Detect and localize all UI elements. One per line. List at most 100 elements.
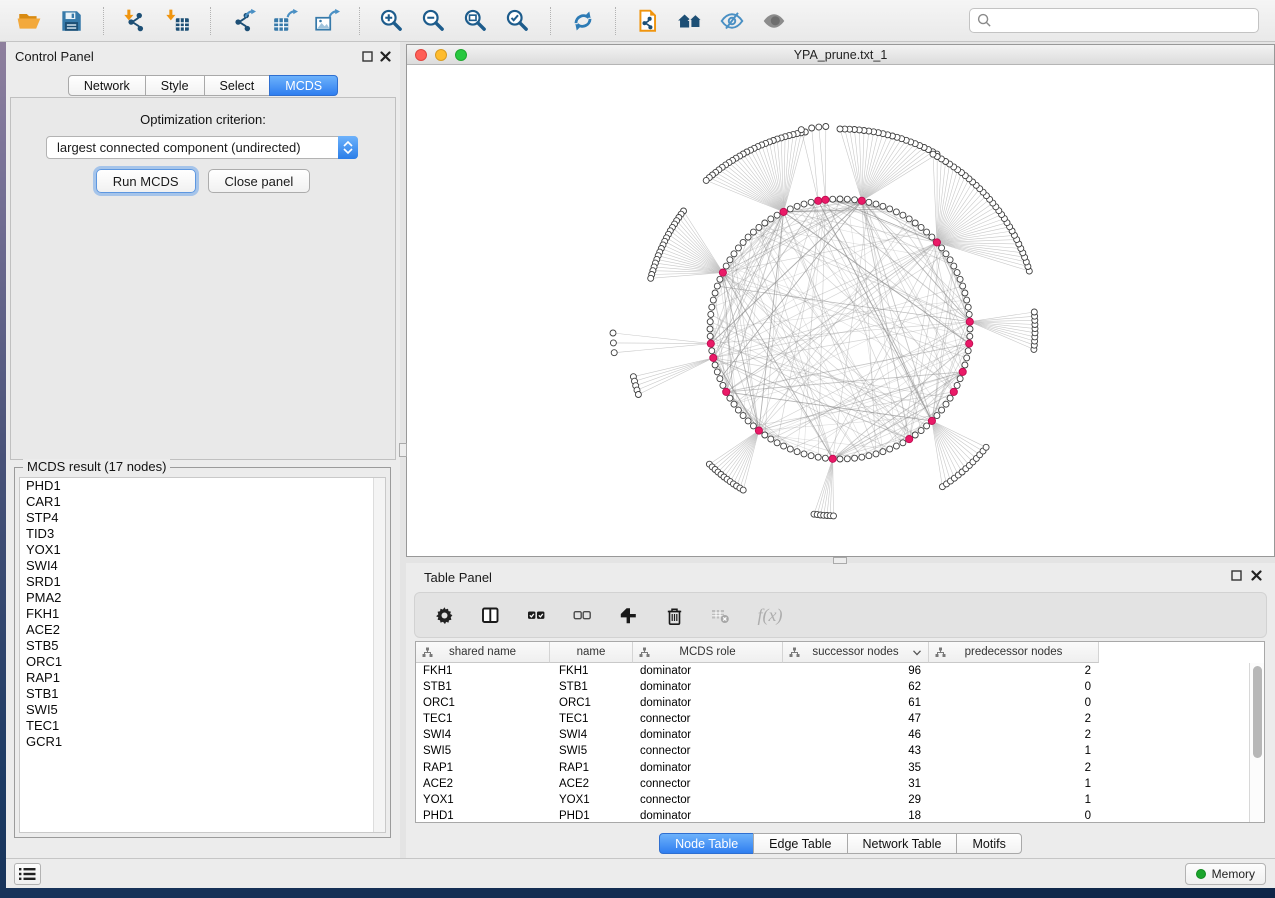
table-scrollbar[interactable]: [1249, 663, 1264, 822]
table-cell[interactable]: 96: [783, 663, 929, 679]
select-all-button[interactable]: [523, 602, 549, 628]
splitter-handle-vertical[interactable]: [399, 443, 407, 457]
table-cell[interactable]: TEC1: [550, 711, 633, 727]
table-cell[interactable]: FKH1: [416, 663, 550, 679]
search-input[interactable]: [996, 11, 1251, 31]
table-cell[interactable]: SWI5: [416, 743, 550, 759]
mcds-result-item[interactable]: STB1: [20, 686, 385, 702]
table-cell[interactable]: connector: [633, 792, 783, 808]
mcds-result-item[interactable]: SRD1: [20, 574, 385, 590]
table-cell[interactable]: SWI4: [550, 727, 633, 743]
table-cell[interactable]: 18: [783, 808, 929, 823]
column-header-MCDS-role[interactable]: MCDS role: [633, 642, 783, 663]
table-cell[interactable]: 0: [929, 808, 1099, 823]
table-cell[interactable]: FKH1: [550, 663, 633, 679]
zoom-selected-button[interactable]: [499, 4, 537, 38]
table-cell[interactable]: dominator: [633, 760, 783, 776]
table-cell[interactable]: TEC1: [416, 711, 550, 727]
table-cell[interactable]: 0: [929, 695, 1099, 711]
table-cell[interactable]: STB1: [416, 679, 550, 695]
delete-button[interactable]: [661, 602, 687, 628]
mcds-result-item[interactable]: GCR1: [20, 734, 385, 750]
gear-button[interactable]: [431, 602, 457, 628]
control-panel-close-button[interactable]: [379, 50, 392, 62]
table-row[interactable]: TEC1TEC1connector472: [416, 711, 1099, 727]
zoom-fit-button[interactable]: [457, 4, 495, 38]
table-row[interactable]: STB1STB1dominator620: [416, 679, 1099, 695]
column-header-name[interactable]: name: [550, 642, 633, 663]
table-cell[interactable]: 2: [929, 727, 1099, 743]
table-cell[interactable]: dominator: [633, 727, 783, 743]
table-cell[interactable]: 47: [783, 711, 929, 727]
table-row[interactable]: PHD1PHD1dominator180: [416, 808, 1099, 823]
optimization-criterion-select[interactable]: largest connected component (undirected): [46, 136, 358, 159]
tab-mcds[interactable]: MCDS: [269, 75, 338, 96]
table-cell[interactable]: SWI5: [550, 743, 633, 759]
table-cell[interactable]: 61: [783, 695, 929, 711]
mcds-result-item[interactable]: TEC1: [20, 718, 385, 734]
table-cell[interactable]: dominator: [633, 679, 783, 695]
table-cell[interactable]: 46: [783, 727, 929, 743]
export-image-button[interactable]: [308, 4, 346, 38]
table-cell[interactable]: 29: [783, 792, 929, 808]
tab-style[interactable]: Style: [145, 75, 205, 96]
table-cell[interactable]: 1: [929, 776, 1099, 792]
open-file-button[interactable]: [10, 4, 48, 38]
import-network-button[interactable]: [117, 4, 155, 38]
table-cell[interactable]: 2: [929, 760, 1099, 776]
show-graphics-details-button[interactable]: [755, 4, 793, 38]
table-cell[interactable]: dominator: [633, 695, 783, 711]
mcds-result-item[interactable]: SWI4: [20, 558, 385, 574]
save-session-button[interactable]: [52, 4, 90, 38]
table-cell[interactable]: PHD1: [416, 808, 550, 823]
column-header-shared-name[interactable]: shared name: [416, 642, 550, 663]
show-panels-menu-button[interactable]: [14, 863, 41, 885]
column-header-successor-nodes[interactable]: successor nodes: [783, 642, 929, 663]
mcds-result-item[interactable]: SWI5: [20, 702, 385, 718]
tab-network[interactable]: Network: [68, 75, 146, 96]
run-mcds-button[interactable]: Run MCDS: [96, 169, 196, 193]
mcds-result-scrollbar[interactable]: [373, 478, 385, 832]
close-panel-button[interactable]: Close panel: [208, 169, 311, 193]
table-cell[interactable]: 0: [929, 679, 1099, 695]
deselect-all-button[interactable]: [569, 602, 595, 628]
mcds-result-item[interactable]: STB5: [20, 638, 385, 654]
table-cell[interactable]: 1: [929, 792, 1099, 808]
table-cell[interactable]: PHD1: [550, 808, 633, 823]
table-cell[interactable]: 2: [929, 663, 1099, 679]
memory-button[interactable]: Memory: [1185, 863, 1266, 885]
table-cell[interactable]: connector: [633, 711, 783, 727]
control-panel-float-button[interactable]: [361, 50, 374, 62]
table-cell[interactable]: ORC1: [550, 695, 633, 711]
tab-edge-table[interactable]: Edge Table: [753, 833, 847, 854]
table-cell[interactable]: 35: [783, 760, 929, 776]
mcds-result-item[interactable]: PMA2: [20, 590, 385, 606]
table-panel-float-button[interactable]: [1230, 569, 1243, 581]
table-cell[interactable]: STB1: [550, 679, 633, 695]
table-cell[interactable]: 2: [929, 711, 1099, 727]
tab-network-table[interactable]: Network Table: [847, 833, 958, 854]
tab-motifs[interactable]: Motifs: [956, 833, 1021, 854]
column-header-predecessor-nodes[interactable]: predecessor nodes: [929, 642, 1099, 663]
table-cell[interactable]: dominator: [633, 808, 783, 823]
network-document-button[interactable]: [629, 4, 667, 38]
mcds-result-item[interactable]: PHD1: [20, 478, 385, 494]
hide-graphics-details-button[interactable]: [713, 4, 751, 38]
tab-select[interactable]: Select: [204, 75, 271, 96]
mcds-result-item[interactable]: ACE2: [20, 622, 385, 638]
mcds-result-item[interactable]: ORC1: [20, 654, 385, 670]
export-table-button[interactable]: [266, 4, 304, 38]
zoom-out-button[interactable]: [415, 4, 453, 38]
table-row[interactable]: ORC1ORC1dominator610: [416, 695, 1099, 711]
table-row[interactable]: YOX1YOX1connector291: [416, 792, 1099, 808]
table-panel-close-button[interactable]: [1250, 569, 1263, 581]
refresh-button[interactable]: [564, 4, 602, 38]
tab-node-table[interactable]: Node Table: [659, 833, 754, 854]
homes-button[interactable]: [671, 4, 709, 38]
table-cell[interactable]: connector: [633, 776, 783, 792]
table-cell[interactable]: 31: [783, 776, 929, 792]
table-cell[interactable]: YOX1: [550, 792, 633, 808]
table-row[interactable]: SWI4SWI4dominator462: [416, 727, 1099, 743]
table-cell[interactable]: YOX1: [416, 792, 550, 808]
table-cell[interactable]: RAP1: [550, 760, 633, 776]
